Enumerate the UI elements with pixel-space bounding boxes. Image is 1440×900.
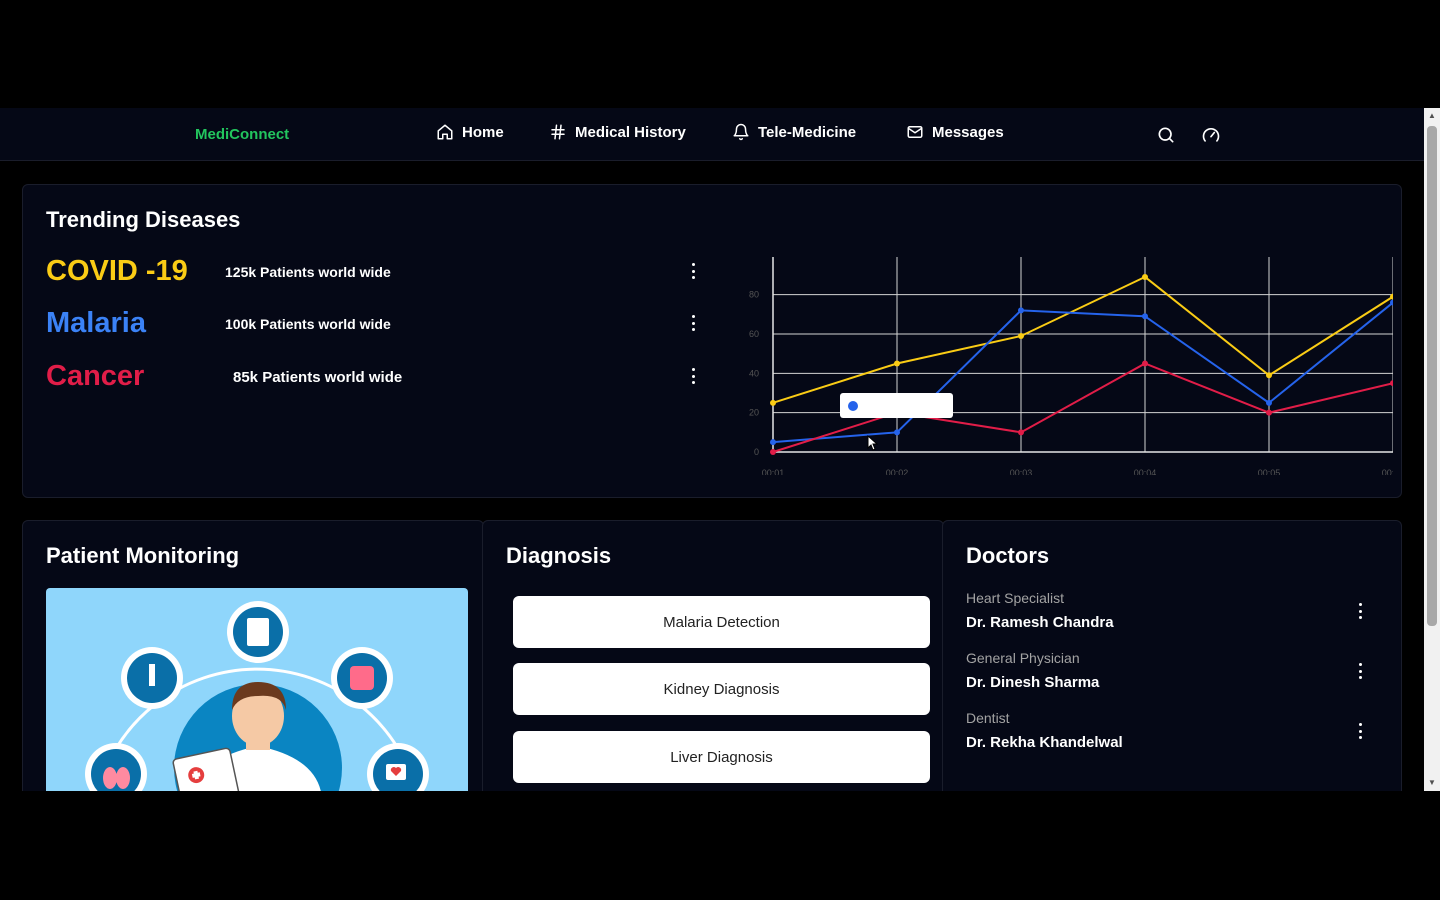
top-navbar: MediConnect Home Medical History Tele-Me… xyxy=(0,108,1424,161)
chart-data-point xyxy=(1390,380,1393,387)
chart-y-tick-label: 0 xyxy=(754,447,759,457)
mouse-cursor-icon xyxy=(867,435,879,451)
chart-y-tick-label: 60 xyxy=(749,329,759,339)
chart-data-point xyxy=(1266,399,1272,406)
chart-data-point xyxy=(894,429,900,436)
brand-logo[interactable]: MediConnect xyxy=(195,126,289,143)
trending-diseases-card: Trending Diseases COVID -19 125k Patient… xyxy=(22,184,1402,498)
nav-medical-history-label: Medical History xyxy=(575,123,686,141)
chart-x-tick-label: 00:06 xyxy=(1382,468,1393,475)
chart-x-tick-label: 00:02 xyxy=(886,468,909,475)
doctor-menu[interactable] xyxy=(1356,661,1364,681)
nav-tele-medicine[interactable]: Tele-Medicine xyxy=(732,123,856,141)
doctor-name[interactable]: Dr. Rekha Khandelwal xyxy=(966,734,1123,751)
chart-data-point xyxy=(770,399,776,406)
chart-x-tick-label: 00:01 xyxy=(762,468,785,475)
doctor-menu[interactable] xyxy=(1356,721,1364,741)
vertical-scrollbar[interactable]: ▲ ▼ xyxy=(1424,108,1440,791)
nav-medical-history[interactable]: Medical History xyxy=(549,123,686,141)
kidney-diagnosis-button[interactable]: Kidney Diagnosis xyxy=(513,663,930,715)
diagnosis-title: Diagnosis xyxy=(506,543,612,568)
nav-messages[interactable]: Messages xyxy=(906,123,1004,141)
chart-data-point xyxy=(1266,409,1272,416)
chart-data-point xyxy=(1142,313,1148,320)
chart-data-point xyxy=(1266,372,1272,379)
hash-icon xyxy=(551,124,565,140)
home-icon xyxy=(437,124,453,140)
chart-data-point xyxy=(1018,332,1024,339)
chart-data-point xyxy=(770,449,776,455)
doctor-specialty: Heart Specialist xyxy=(966,590,1065,606)
disease-count-cancer: 85k Patients world wide xyxy=(233,369,403,386)
scroll-up-arrow-icon[interactable]: ▲ xyxy=(1424,108,1440,124)
nav-home-label: Home xyxy=(462,123,504,141)
chart-x-tick-label: 00:03 xyxy=(1010,468,1033,475)
nav-messages-label: Messages xyxy=(932,123,1004,141)
chart-data-point xyxy=(1142,273,1148,280)
chart-data-point xyxy=(1018,429,1024,436)
disease-menu-malaria[interactable] xyxy=(689,313,697,333)
disease-menu-covid[interactable] xyxy=(689,261,697,281)
doctor-illustration xyxy=(46,588,468,791)
doctors-card: Doctors Heart Specialist Dr. Ramesh Chan… xyxy=(942,520,1402,791)
doctor-name[interactable]: Dr. Dinesh Sharma xyxy=(966,674,1099,691)
nav-home[interactable]: Home xyxy=(436,123,504,141)
bell-icon xyxy=(733,123,749,141)
doctor-specialty: General Physician xyxy=(966,650,1080,666)
trending-line-chart[interactable]: 0 20 40 60 80 00:01 00:02 00:03 00:04 00:05 00:06 xyxy=(713,255,1393,475)
doctor-name[interactable]: Dr. Ramesh Chandra xyxy=(966,614,1114,631)
disease-name-covid: COVID -19 xyxy=(46,255,188,287)
gauge-icon[interactable] xyxy=(1201,125,1221,145)
scroll-down-arrow-icon[interactable]: ▼ xyxy=(1424,775,1440,791)
scrollbar-thumb[interactable] xyxy=(1427,126,1437,626)
chart-y-tick-label: 40 xyxy=(749,368,759,378)
chart-data-point xyxy=(1142,360,1148,367)
patient-monitoring-card: Patient Monitoring xyxy=(22,520,484,791)
chart-data-point xyxy=(770,439,776,446)
malaria-detection-button[interactable]: Malaria Detection xyxy=(513,596,930,648)
doctor-menu[interactable] xyxy=(1356,601,1364,621)
chart-y-tick-label: 20 xyxy=(749,408,759,418)
chart-y-tick-label: 80 xyxy=(749,290,759,300)
app-viewport: MediConnect Home Medical History Tele-Me… xyxy=(0,108,1424,791)
chart-x-tick-label: 00:04 xyxy=(1134,468,1157,475)
disease-name-malaria: Malaria xyxy=(46,307,146,339)
nav-tele-medicine-label: Tele-Medicine xyxy=(758,123,857,141)
doctor-specialty: Dentist xyxy=(966,710,1010,726)
chart-data-point xyxy=(894,360,900,367)
chart-data-point xyxy=(1018,307,1024,314)
diagnosis-card: Diagnosis Malaria Detection Kidney Diagn… xyxy=(482,520,944,791)
chart-x-tick-label: 00:05 xyxy=(1258,468,1281,475)
disease-name-cancer: Cancer xyxy=(46,360,145,392)
trending-diseases-title: Trending Diseases xyxy=(46,207,241,232)
liver-diagnosis-button[interactable]: Liver Diagnosis xyxy=(513,731,930,783)
disease-count-malaria: 100k Patients world wide xyxy=(225,316,391,332)
disease-count-covid: 125k Patients world wide xyxy=(225,264,391,280)
chart-series-line xyxy=(772,275,1393,404)
search-icon[interactable] xyxy=(1156,125,1176,145)
doctors-title: Doctors xyxy=(966,543,1050,568)
patient-monitoring-title: Patient Monitoring xyxy=(46,543,240,568)
chart-tooltip-swatch xyxy=(848,401,858,411)
mail-icon xyxy=(907,126,923,138)
disease-menu-cancer[interactable] xyxy=(689,366,697,386)
